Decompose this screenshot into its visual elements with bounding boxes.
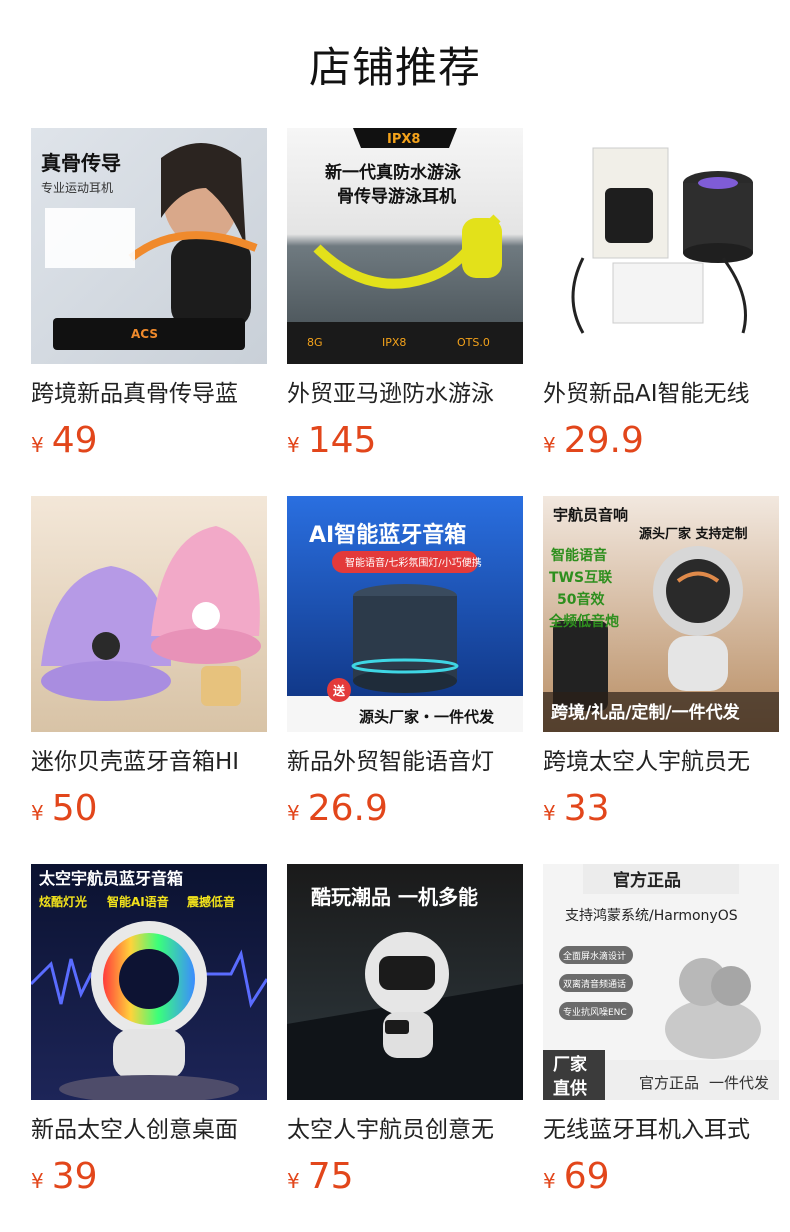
image-text: 专业运动耳机: [41, 180, 113, 195]
price-value: 69: [563, 1156, 610, 1197]
image-text: 官方正品: [613, 870, 681, 891]
currency-symbol: ¥: [287, 433, 300, 457]
product-image[interactable]: 太空宇航员蓝牙音箱 炫酷灯光 智能AI语音 震撼低音: [31, 864, 267, 1100]
currency-symbol: ¥: [31, 801, 44, 825]
image-text: 智能语音/七彩氛围灯/小巧便携: [345, 556, 482, 569]
image-text: IPX8: [387, 132, 420, 147]
price-value: 33: [563, 788, 610, 829]
currency-symbol: ¥: [31, 433, 44, 457]
product-image[interactable]: 真骨传导 专业运动耳机 ACS: [31, 128, 267, 364]
image-text: 全面屏水滴设计: [563, 950, 626, 962]
product-price: ¥ 69: [543, 1156, 779, 1197]
image-text: 新一代真防水游泳: [325, 162, 462, 183]
product-card[interactable]: 酷玩潮品 一机多能 太空人宇航员创意无 ¥ 75: [287, 864, 523, 1197]
currency-symbol: ¥: [31, 1169, 44, 1193]
product-name[interactable]: 外贸新品AI智能无线: [543, 380, 779, 408]
product-name[interactable]: 迷你贝壳蓝牙音箱HI: [31, 748, 267, 776]
image-text: AI智能蓝牙音箱: [309, 522, 466, 548]
image-text: 震撼低音: [187, 894, 235, 909]
image-text: 厂家: [553, 1054, 587, 1075]
image-text: 一件代发: [709, 1074, 769, 1092]
product-image[interactable]: IPX8 新一代真防水游泳 骨传导游泳耳机 8G IPX8 OTS.0: [287, 128, 523, 364]
image-text: 源头厂家 支持定制: [639, 526, 748, 542]
price-value: 75: [307, 1156, 354, 1197]
image-text: TWS互联: [549, 570, 613, 586]
product-image[interactable]: 官方正品 支持鸿蒙系统/HarmonyOS 全面屏水滴设计 双离清音频通话 专业…: [543, 864, 779, 1100]
product-name[interactable]: 跨境太空人宇航员无: [543, 748, 779, 776]
price-value: 50: [51, 788, 98, 829]
currency-symbol: ¥: [543, 1169, 556, 1193]
product-name[interactable]: 新品外贸智能语音灯: [287, 748, 523, 776]
image-text: 真骨传导: [41, 151, 121, 175]
image-badge: 8G: [307, 336, 323, 349]
image-text: 50音效: [557, 591, 605, 608]
image-badge: ACS: [131, 327, 158, 341]
image-text: 跨境/礼品/定制/一件代发: [551, 702, 741, 723]
product-name[interactable]: 无线蓝牙耳机入耳式: [543, 1116, 779, 1144]
product-price: ¥ 50: [31, 788, 267, 829]
currency-symbol: ¥: [287, 801, 300, 825]
product-card[interactable]: AI智能蓝牙音箱 智能语音/七彩氛围灯/小巧便携 送 源头厂家・一件代发 新品外…: [287, 496, 523, 829]
image-text: 智能语音: [550, 547, 607, 564]
image-text: 炫酷灯光: [39, 894, 87, 909]
currency-symbol: ¥: [543, 801, 556, 825]
product-name[interactable]: 新品太空人创意桌面: [31, 1116, 267, 1144]
product-image[interactable]: AI智能蓝牙音箱 智能语音/七彩氛围灯/小巧便携 送 源头厂家・一件代发: [287, 496, 523, 732]
product-price: ¥ 49: [31, 420, 267, 461]
image-text: 直供: [553, 1078, 587, 1099]
product-image[interactable]: [31, 496, 267, 732]
product-card[interactable]: 宇航员音响 源头厂家 支持定制 智能语音 TWS互联 50音效 全频低音炮 跨境…: [543, 496, 779, 829]
image-text: 酷玩潮品 一机多能: [311, 885, 478, 909]
product-price: ¥ 75: [287, 1156, 523, 1197]
product-card[interactable]: IPX8 新一代真防水游泳 骨传导游泳耳机 8G IPX8 OTS.0 外贸亚马…: [287, 128, 523, 461]
product-name[interactable]: 外贸亚马逊防水游泳: [287, 380, 523, 408]
image-text: 源头厂家・一件代发: [359, 708, 495, 726]
currency-symbol: ¥: [287, 1169, 300, 1193]
price-value: 49: [51, 420, 98, 461]
price-value: 39: [51, 1156, 98, 1197]
image-badge: OTS.0: [457, 336, 490, 349]
product-price: ¥ 33: [543, 788, 779, 829]
image-text: 太空宇航员蓝牙音箱: [38, 869, 183, 888]
product-price: ¥ 39: [31, 1156, 267, 1197]
product-name[interactable]: 太空人宇航员创意无: [287, 1116, 523, 1144]
product-image[interactable]: 宇航员音响 源头厂家 支持定制 智能语音 TWS互联 50音效 全频低音炮 跨境…: [543, 496, 779, 732]
price-value: 26.9: [307, 788, 388, 829]
currency-symbol: ¥: [543, 433, 556, 457]
product-name[interactable]: 跨境新品真骨传导蓝: [31, 380, 267, 408]
image-badge: IPX8: [382, 336, 406, 349]
product-card[interactable]: 外贸新品AI智能无线 ¥ 29.9: [543, 128, 779, 461]
product-image[interactable]: [543, 128, 779, 364]
image-text: 智能AI语音: [106, 894, 169, 909]
product-card[interactable]: 官方正品 支持鸿蒙系统/HarmonyOS 全面屏水滴设计 双离清音频通话 专业…: [543, 864, 779, 1197]
image-text: 送: [332, 683, 346, 698]
product-price: ¥ 145: [287, 420, 523, 461]
image-text: 骨传导游泳耳机: [337, 186, 456, 207]
image-text: 专业抗风噪ENC: [563, 1006, 627, 1018]
image-text: 支持鸿蒙系统/HarmonyOS: [565, 907, 738, 924]
product-price: ¥ 29.9: [543, 420, 779, 461]
price-value: 145: [307, 420, 377, 461]
image-text: 官方正品: [639, 1074, 699, 1092]
product-card[interactable]: 太空宇航员蓝牙音箱 炫酷灯光 智能AI语音 震撼低音 新品太空人创意桌面 ¥ 3…: [31, 864, 267, 1197]
product-card[interactable]: 真骨传导 专业运动耳机 ACS 跨境新品真骨传导蓝 ¥ 49: [31, 128, 267, 461]
product-image[interactable]: 酷玩潮品 一机多能: [287, 864, 523, 1100]
product-card[interactable]: 迷你贝壳蓝牙音箱HI ¥ 50: [31, 496, 267, 829]
page-title: 店铺推荐: [308, 43, 481, 92]
image-text: 全频低音炮: [548, 613, 619, 630]
price-value: 29.9: [563, 420, 644, 461]
product-price: ¥ 26.9: [287, 788, 523, 829]
image-text: 双离清音频通话: [563, 978, 626, 990]
image-text: 宇航员音响: [553, 506, 628, 524]
